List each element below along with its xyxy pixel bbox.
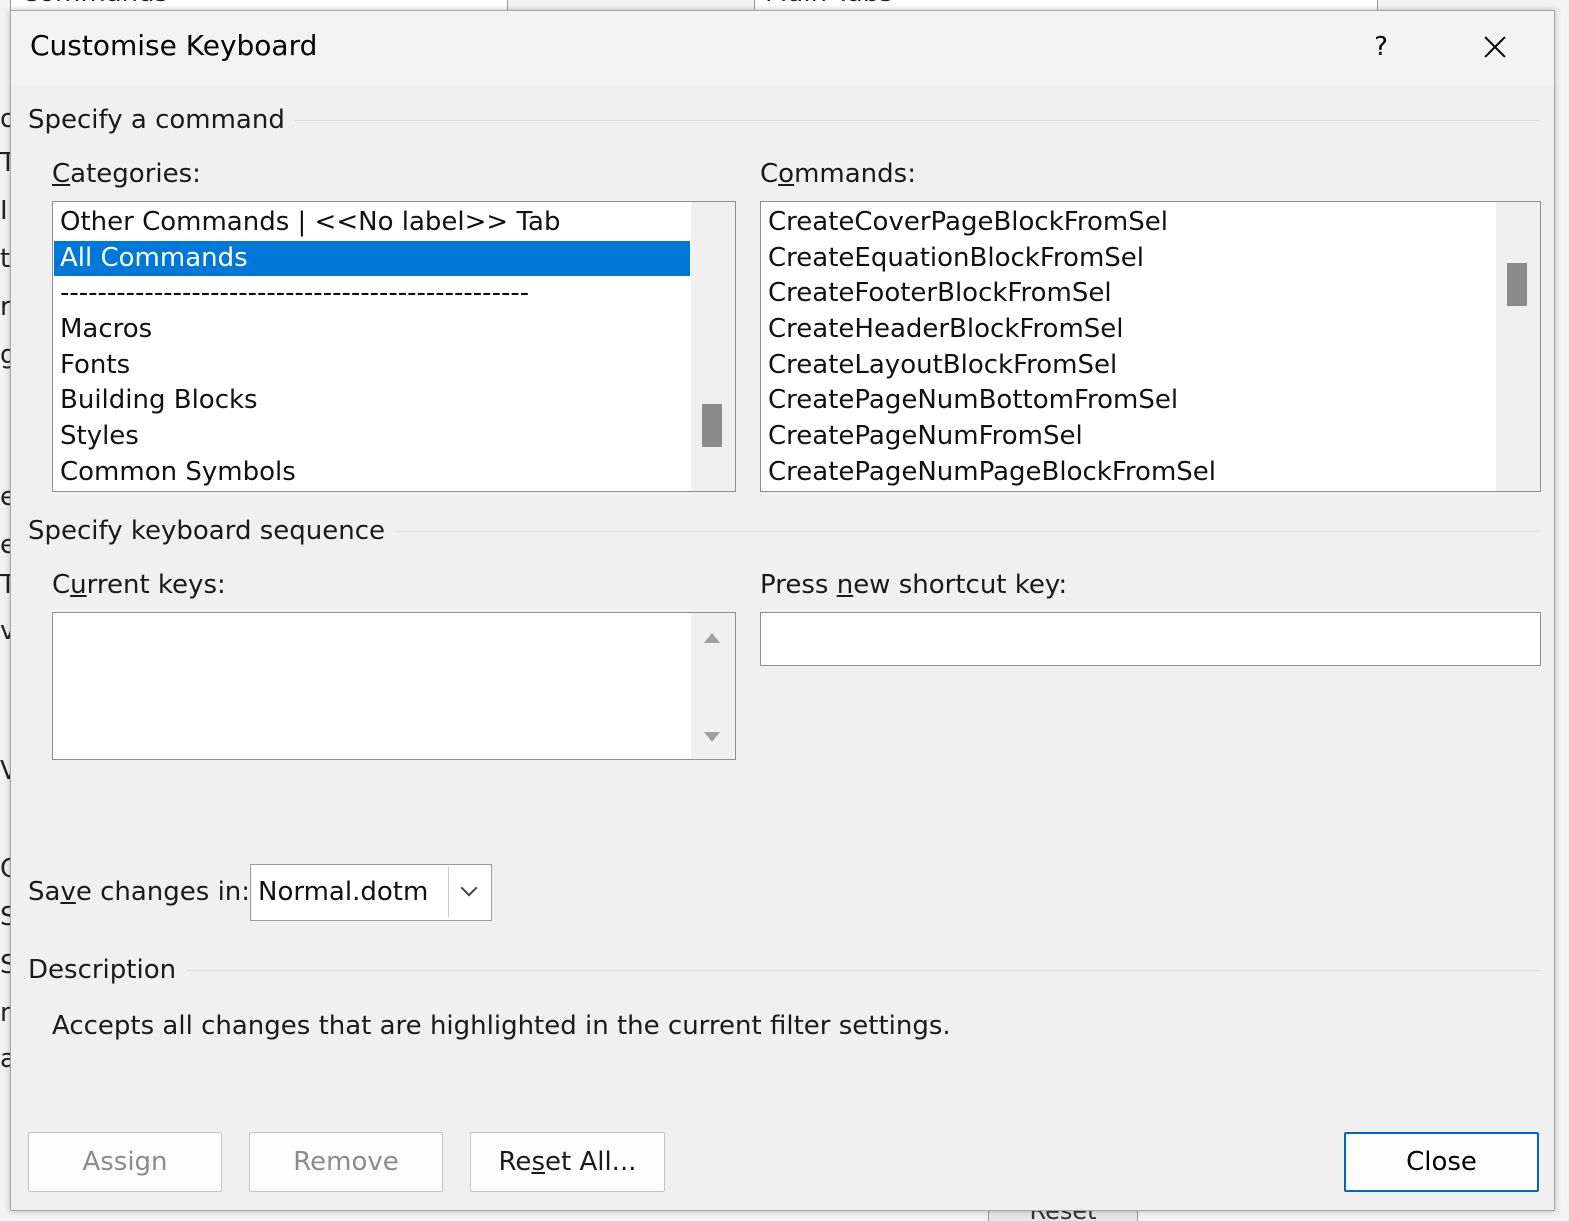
current-keys-listbox[interactable] [52,612,736,760]
keyboard-sequence-section: Specify keyboard sequence [28,516,1540,546]
list-item[interactable]: CreatePageNumFromSel [762,419,1540,455]
section-title: Specify keyboard sequence [28,516,386,546]
list-item[interactable]: Styles [54,419,735,455]
current-keys-label: Current keys: [52,570,226,600]
list-item[interactable]: CreateEquationBlockFromSel [762,241,1540,277]
scrollbar-thumb[interactable] [1507,263,1527,306]
section-title: Description [28,955,177,985]
close-icon[interactable] [1473,27,1517,67]
new-shortcut-key-label: Press new shortcut key: [760,570,1068,600]
assign-button[interactable]: Assign [28,1132,222,1192]
commands-label: Commands: [760,159,916,189]
scrollbar-thumb[interactable] [702,404,722,447]
description-text: Accepts all changes that are highlighted… [52,1011,951,1041]
section-title: Specify a command [28,105,285,135]
background-commands-combo-text: Commands [21,0,168,8]
list-item[interactable]: CreateHeaderBlockFromSel [762,312,1540,348]
categories-scrollbar[interactable] [691,202,735,491]
list-item[interactable]: Macros [54,312,735,348]
categories-listbox[interactable]: Other Commands | <<No label>> Tab All Co… [52,201,736,492]
save-changes-value: Normal.dotm [258,877,429,907]
remove-button[interactable]: Remove [249,1132,443,1192]
scroll-down-icon[interactable] [704,732,720,742]
help-button[interactable]: ? [1361,27,1401,67]
save-changes-dropdown[interactable]: Normal.dotm [250,864,492,921]
commands-scrollbar[interactable] [1496,202,1540,491]
categories-label: Categories: [52,159,201,189]
new-shortcut-key-input[interactable] [760,612,1541,666]
list-item[interactable]: CreateLayoutBlockFromSel [762,348,1540,384]
commands-listbox[interactable]: CreateCoverPageBlockFromSel CreateEquati… [760,201,1541,492]
list-item[interactable]: Other Commands | <<No label>> Tab [54,205,735,241]
list-item[interactable]: Building Blocks [54,383,735,419]
list-item[interactable]: CreatePageNumBottomFromSel [762,383,1540,419]
title-bar: Customise Keyboard ? [11,11,1554,85]
description-section: Description [28,955,1540,985]
dropdown-button[interactable] [448,867,489,917]
list-item[interactable]: CreatePageNumPageBlockFromSel [762,455,1540,491]
list-item[interactable]: CreateFooterBlockFromSel [762,276,1540,312]
close-button[interactable]: Close [1344,1132,1539,1192]
specify-command-section: Specify a command [28,105,1540,135]
section-divider [294,119,1540,121]
list-item[interactable]: Common Symbols [54,455,735,491]
list-item[interactable]: CreateCoverPageBlockFromSel [762,205,1540,241]
reset-all-button[interactable]: Reset All... [470,1132,665,1192]
list-item-selected[interactable]: All Commands [54,240,690,277]
scroll-up-icon[interactable] [704,633,720,643]
customise-keyboard-dialog: Customise Keyboard ? Specify a command C… [10,10,1555,1211]
list-separator: ----------------------------------------… [60,278,530,309]
chevron-down-icon [460,879,478,897]
save-changes-label: Save changes in: [28,877,251,907]
section-divider [395,530,1540,532]
current-keys-scrollbar[interactable] [691,613,735,759]
categories-list: Other Commands | <<No label>> Tab All Co… [54,205,735,491]
dialog-title: Customise Keyboard [30,29,318,62]
section-divider [186,969,1540,971]
list-item[interactable]: Fonts [54,348,735,384]
background-tabs-combo-text: Main Tabs [765,0,893,8]
commands-list: CreateCoverPageBlockFromSel CreateEquati… [762,205,1540,491]
